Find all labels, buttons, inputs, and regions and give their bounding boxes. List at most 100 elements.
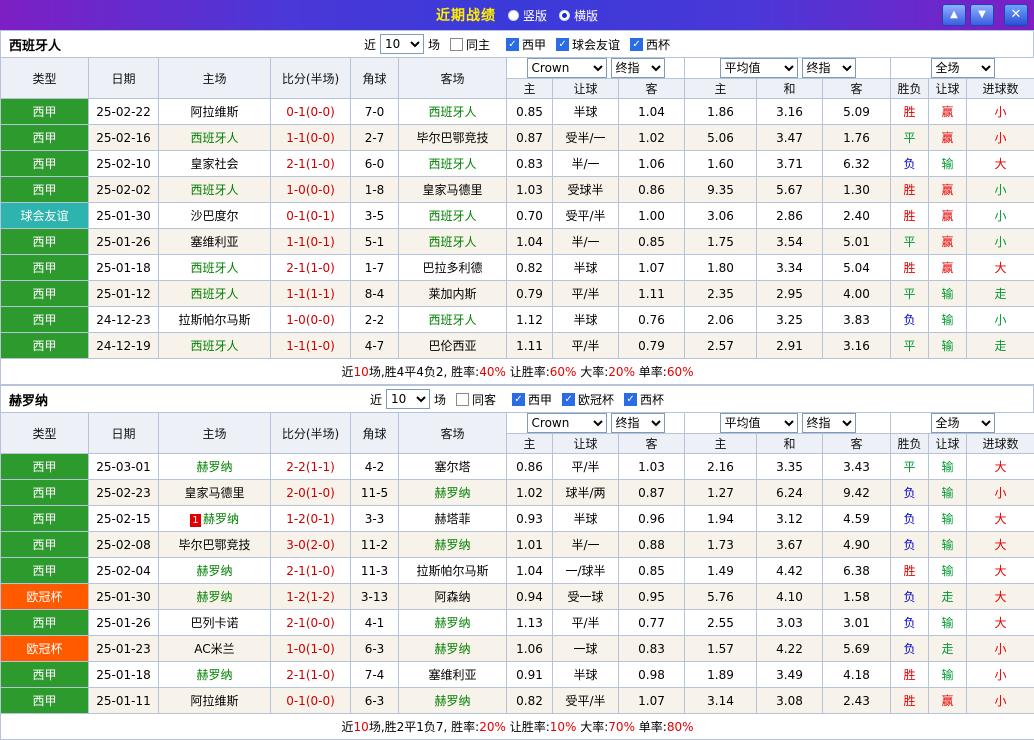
avg-draw-odds: 4.42 — [757, 558, 823, 584]
summary-segment: 单率: — [635, 720, 667, 734]
home-team-cell: 沙巴度尔 — [159, 203, 271, 229]
summary-segment: 场,胜4平4负2, 胜率: — [369, 365, 479, 379]
handicap-away-odds: 1.07 — [619, 255, 685, 281]
away-team-name: 莱加内斯 — [428, 287, 476, 301]
filter-option-label: 西甲 — [522, 36, 546, 53]
scope-select-cell: 全场 — [891, 413, 1034, 434]
summary-segment: 单率: — [635, 365, 667, 379]
away-team-name: 西班牙人 — [428, 105, 476, 119]
summary-segment: 场,胜2平1负7, 胜率: — [369, 720, 479, 734]
summary-segment: 10 — [354, 365, 369, 379]
handicap-line: 半球 — [553, 255, 619, 281]
layout-radio-horizontal[interactable]: 横版 — [559, 7, 598, 24]
result-outcome: 胜 — [891, 99, 929, 125]
handicap-outcome: 赢 — [929, 229, 967, 255]
away-team-name: 西班牙人 — [428, 313, 476, 327]
filter-option-label: 西杯 — [646, 36, 670, 53]
scope-select[interactable]: 全场 — [931, 413, 995, 433]
match-row: 欧冠杯25-01-23AC米兰1-0(1-0)6-3赫罗纳1.06一球0.831… — [1, 636, 1034, 662]
filter-label-games: 场 — [428, 36, 440, 53]
handicap-outcome: 赢 — [929, 177, 967, 203]
filter-option-3[interactable]: ✓西杯 — [630, 36, 670, 53]
checkbox-icon[interactable] — [450, 38, 463, 51]
odds-selects-cell: Crown终指 — [507, 58, 685, 79]
handicap-line: 受平/半 — [553, 203, 619, 229]
scope-select[interactable]: 全场 — [931, 58, 995, 78]
away-team-name: 巴伦西亚 — [428, 339, 476, 353]
average-stage-select[interactable]: 终指 — [802, 413, 856, 433]
handicap-line: 半/一 — [553, 532, 619, 558]
filter-label-near: 近 — [364, 36, 376, 53]
avg-draw-odds: 2.86 — [757, 203, 823, 229]
close-button[interactable]: ✕ — [1004, 4, 1028, 26]
avg-draw-odds: 3.03 — [757, 610, 823, 636]
move-down-button[interactable]: ▼ — [970, 4, 994, 26]
odds-stage-select[interactable]: 终指 — [611, 58, 665, 78]
score-cell: 2-1(1-0) — [271, 662, 351, 688]
match-row: 西甲25-02-23皇家马德里2-0(1-0)11-5赫罗纳1.02球半/两0.… — [1, 480, 1034, 506]
match-row: 西甲25-02-10皇家社会2-1(1-0)6-0西班牙人0.83半/一1.06… — [1, 151, 1034, 177]
layout-radio-vertical[interactable]: 竖版 — [508, 7, 547, 24]
column-header: 比分(半场) — [271, 58, 351, 99]
column-subheader: 主 — [685, 434, 757, 454]
filter-option-0[interactable]: 同主 — [450, 36, 490, 53]
column-subheader: 让球 — [553, 434, 619, 454]
avg-home-odds: 3.06 — [685, 203, 757, 229]
checkbox-icon[interactable]: ✓ — [630, 38, 643, 51]
home-team-cell: 塞维利亚 — [159, 229, 271, 255]
recent-count-select[interactable]: 10 — [386, 389, 430, 409]
checkbox-icon[interactable]: ✓ — [562, 393, 575, 406]
away-team-name: 赫罗纳 — [434, 694, 470, 708]
corner-cell: 3-3 — [351, 506, 399, 532]
handicap-line: 受半/一 — [553, 125, 619, 151]
checkbox-icon[interactable]: ✓ — [506, 38, 519, 51]
filter-option-3[interactable]: ✓西杯 — [624, 391, 664, 408]
odds-stage-select[interactable]: 终指 — [611, 413, 665, 433]
date-cell: 25-03-01 — [89, 454, 159, 480]
avg-draw-odds: 3.16 — [757, 99, 823, 125]
score-cell: 2-1(1-0) — [271, 255, 351, 281]
odds-company-select[interactable]: Crown — [527, 58, 607, 78]
checkbox-icon[interactable]: ✓ — [624, 393, 637, 406]
odds-company-select[interactable]: Crown — [527, 413, 607, 433]
radio-label-horizontal: 横版 — [574, 7, 598, 24]
league-cell: 西甲 — [1, 125, 89, 151]
results-table: 类型日期主场比分(半场)角球客场Crown终指平均值终指全场主让球客主和客胜负让… — [0, 412, 1034, 740]
filter-controls: 近10场同主✓西甲✓球会友谊✓西杯 — [364, 34, 670, 54]
home-team-name: 西班牙人 — [190, 261, 238, 275]
handicap-home-odds: 1.03 — [507, 177, 553, 203]
checkbox-icon[interactable] — [456, 393, 469, 406]
radio-icon[interactable] — [508, 10, 519, 21]
radio-icon[interactable] — [559, 10, 570, 21]
average-select[interactable]: 平均值 — [720, 58, 798, 78]
home-team-name: 赫罗纳 — [196, 564, 232, 578]
home-team-name: 皇家社会 — [190, 157, 238, 171]
filter-option-2[interactable]: ✓欧冠杯 — [562, 391, 614, 408]
handicap-home-odds: 0.86 — [507, 454, 553, 480]
filter-option-1[interactable]: ✓西甲 — [506, 36, 546, 53]
recent-count-select[interactable]: 10 — [380, 34, 424, 54]
match-row: 西甲24-12-19西班牙人1-1(1-0)4-7巴伦西亚1.11平/半0.79… — [1, 333, 1034, 359]
column-header: 角球 — [351, 58, 399, 99]
column-subheader: 和 — [757, 79, 823, 99]
corner-cell: 4-7 — [351, 333, 399, 359]
match-row: 西甲25-01-12西班牙人1-1(1-1)8-4莱加内斯0.79平/半1.11… — [1, 281, 1034, 307]
filter-option-2[interactable]: ✓球会友谊 — [556, 36, 620, 53]
handicap-home-odds: 0.85 — [507, 99, 553, 125]
handicap-outcome: 走 — [929, 636, 967, 662]
filter-option-0[interactable]: 同客 — [456, 391, 496, 408]
checkbox-icon[interactable]: ✓ — [512, 393, 525, 406]
move-up-button[interactable]: ▲ — [942, 4, 966, 26]
checkbox-icon[interactable]: ✓ — [556, 38, 569, 51]
handicap-away-odds: 1.00 — [619, 203, 685, 229]
result-outcome: 负 — [891, 506, 929, 532]
away-team-name: 赫罗纳 — [434, 642, 470, 656]
match-row: 西甲25-02-02西班牙人1-0(0-0)1-8皇家马德里1.03受球半0.8… — [1, 177, 1034, 203]
result-outcome: 平 — [891, 125, 929, 151]
result-outcome: 胜 — [891, 558, 929, 584]
filter-option-1[interactable]: ✓西甲 — [512, 391, 552, 408]
avg-away-odds: 6.32 — [823, 151, 891, 177]
handicap-home-odds: 1.06 — [507, 636, 553, 662]
average-select[interactable]: 平均值 — [720, 413, 798, 433]
average-stage-select[interactable]: 终指 — [802, 58, 856, 78]
